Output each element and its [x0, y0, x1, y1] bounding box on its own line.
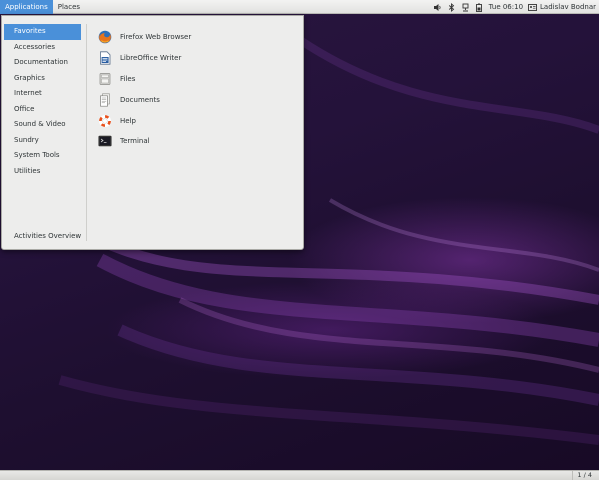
- category-graphics[interactable]: Graphics: [4, 71, 81, 87]
- terminal-icon: [98, 134, 112, 148]
- battery-icon[interactable]: [475, 2, 484, 12]
- network-icon[interactable]: [461, 2, 470, 12]
- category-list: Favorites Accessories Documentation Grap…: [4, 24, 81, 179]
- app-label: Files: [120, 74, 136, 83]
- app-libreoffice-writer[interactable]: LibreOffice Writer: [98, 48, 298, 69]
- app-terminal[interactable]: Terminal: [98, 131, 298, 152]
- top-bar: Applications Places Tue 06:10 Ladislav B…: [0, 0, 599, 14]
- bluetooth-icon[interactable]: [447, 2, 456, 12]
- documents-icon: [98, 93, 112, 107]
- category-system-tools[interactable]: System Tools: [4, 148, 81, 164]
- menu-divider: [86, 24, 87, 241]
- app-files[interactable]: Files: [98, 69, 298, 90]
- applications-menu-button[interactable]: Applications: [0, 0, 53, 14]
- user-menu[interactable]: Ladislav Bodnar: [528, 2, 596, 12]
- category-utilities[interactable]: Utilities: [4, 164, 81, 180]
- app-documents[interactable]: Documents: [98, 89, 298, 110]
- firefox-icon: [98, 30, 112, 44]
- category-sundry[interactable]: Sundry: [4, 133, 81, 149]
- workspace-indicator[interactable]: 1 / 4: [572, 471, 596, 480]
- app-label: Firefox Web Browser: [120, 33, 192, 42]
- libreoffice-writer-icon: [98, 51, 112, 65]
- places-menu-button[interactable]: Places: [53, 0, 85, 14]
- category-sound-video[interactable]: Sound & Video: [4, 117, 81, 133]
- category-internet[interactable]: Internet: [4, 86, 81, 102]
- activities-overview-button[interactable]: Activities Overview: [14, 232, 81, 240]
- app-label: LibreOffice Writer: [120, 54, 182, 63]
- app-label: Help: [120, 116, 136, 125]
- user-icon: [528, 2, 537, 12]
- files-icon: [98, 72, 112, 86]
- clock[interactable]: Tue 06:10: [489, 3, 523, 11]
- category-favorites[interactable]: Favorites: [4, 24, 81, 40]
- category-accessories[interactable]: Accessories: [4, 40, 81, 56]
- category-office[interactable]: Office: [4, 102, 81, 118]
- app-firefox[interactable]: Firefox Web Browser: [98, 27, 298, 48]
- app-label: Documents: [120, 95, 160, 104]
- bottom-bar: 1 / 4: [0, 470, 599, 480]
- help-icon: [98, 114, 112, 128]
- app-label: Terminal: [120, 137, 150, 146]
- app-help[interactable]: Help: [98, 110, 298, 131]
- volume-icon[interactable]: [433, 2, 442, 12]
- category-documentation[interactable]: Documentation: [4, 55, 81, 71]
- system-tray: Tue 06:10 Ladislav Bodnar: [433, 0, 596, 14]
- user-name: Ladislav Bodnar: [540, 3, 596, 11]
- applications-menu: Favorites Accessories Documentation Grap…: [1, 15, 304, 250]
- app-list: Firefox Web Browser LibreOffice Writer F…: [98, 27, 298, 152]
